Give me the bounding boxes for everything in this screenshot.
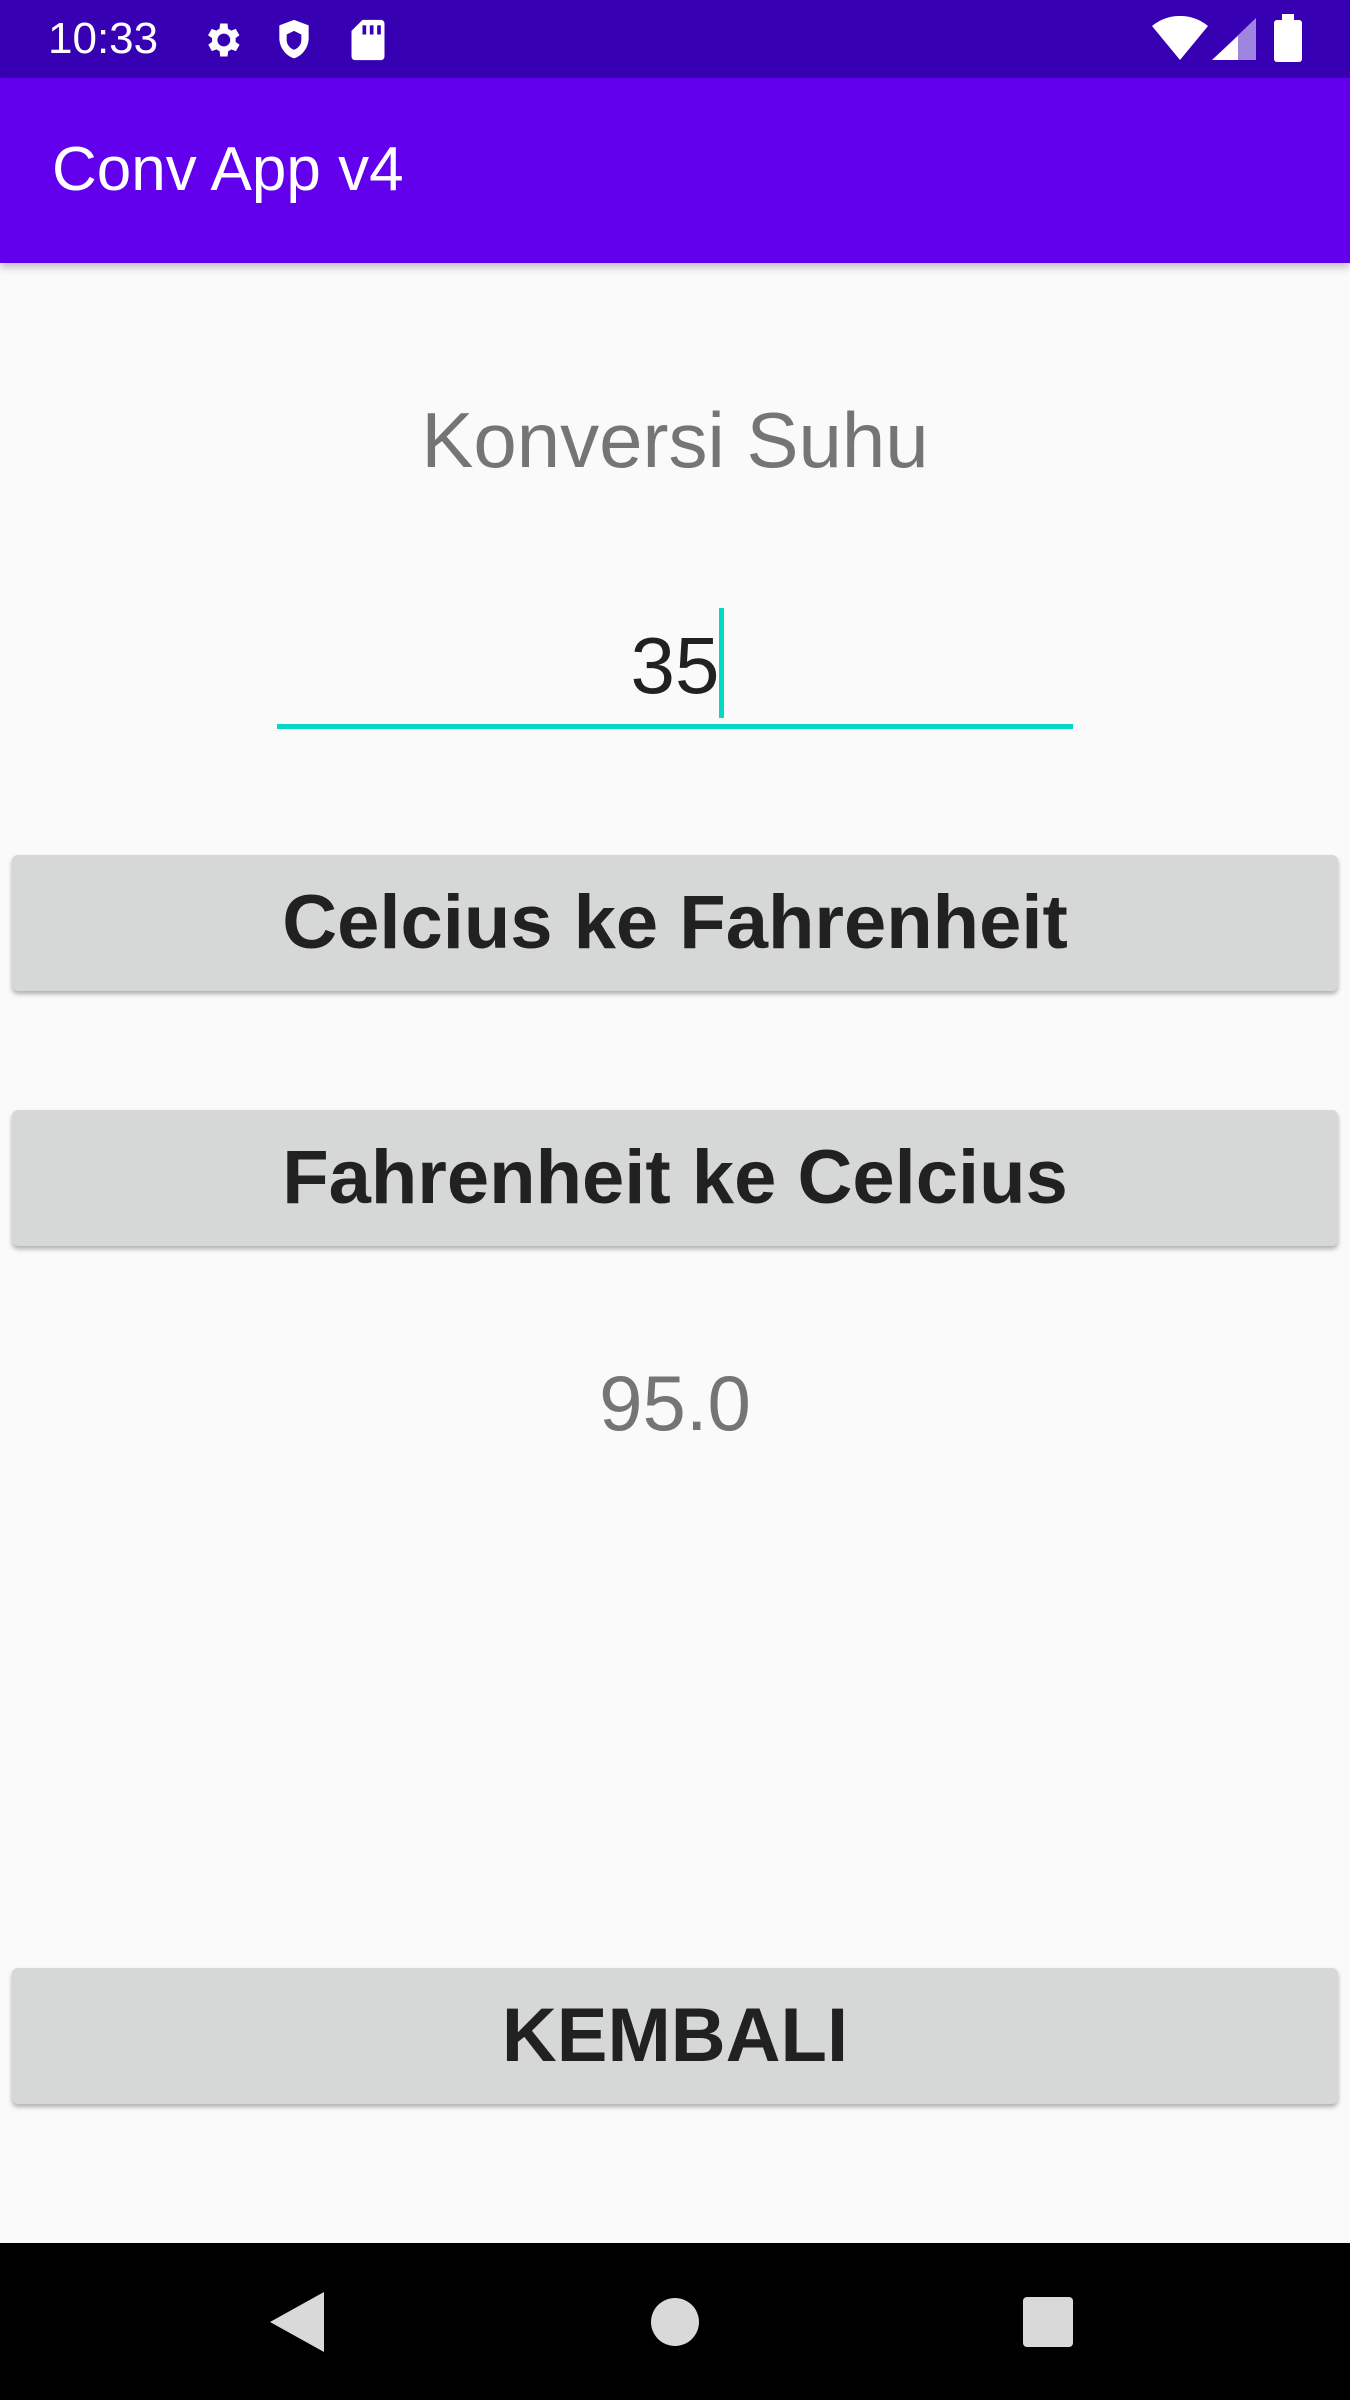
- navigation-bar: [0, 2243, 1350, 2400]
- fahrenheit-to-celsius-button[interactable]: Fahrenheit ke Celcius: [12, 1110, 1338, 1246]
- recents-icon: [1023, 2296, 1073, 2347]
- status-time: 10:33: [48, 14, 159, 63]
- result-text: 95.0: [599, 1359, 751, 1447]
- back-button[interactable]: KEMBALI: [12, 1968, 1338, 2104]
- nav-home-button[interactable]: [595, 2243, 755, 2400]
- settings-icon: [200, 18, 244, 62]
- home-icon: [651, 2297, 699, 2346]
- sd-card-icon: [350, 18, 386, 62]
- text-cursor: [719, 608, 724, 718]
- app-title: Conv App v4: [52, 135, 404, 204]
- wifi-icon: [1152, 16, 1208, 60]
- cell-signal-icon: [1212, 18, 1256, 60]
- back-icon: [270, 2291, 324, 2352]
- battery-icon: [1274, 14, 1302, 62]
- nav-back-button[interactable]: [217, 2243, 377, 2400]
- screen: 10:33 Conv App v4 Konversi Suhu 35 Celci…: [0, 0, 1350, 2400]
- app-bar: Conv App v4: [0, 78, 1350, 263]
- temperature-input-value: 35: [630, 621, 720, 710]
- temperature-input[interactable]: 35: [277, 600, 1073, 730]
- shield-icon: [274, 18, 314, 62]
- input-underline: [277, 724, 1073, 729]
- nav-recents-button[interactable]: [968, 2243, 1128, 2400]
- page-heading: Konversi Suhu: [421, 396, 929, 484]
- celsius-to-fahrenheit-button[interactable]: Celcius ke Fahrenheit: [12, 855, 1338, 991]
- status-bar: 10:33: [0, 0, 1350, 78]
